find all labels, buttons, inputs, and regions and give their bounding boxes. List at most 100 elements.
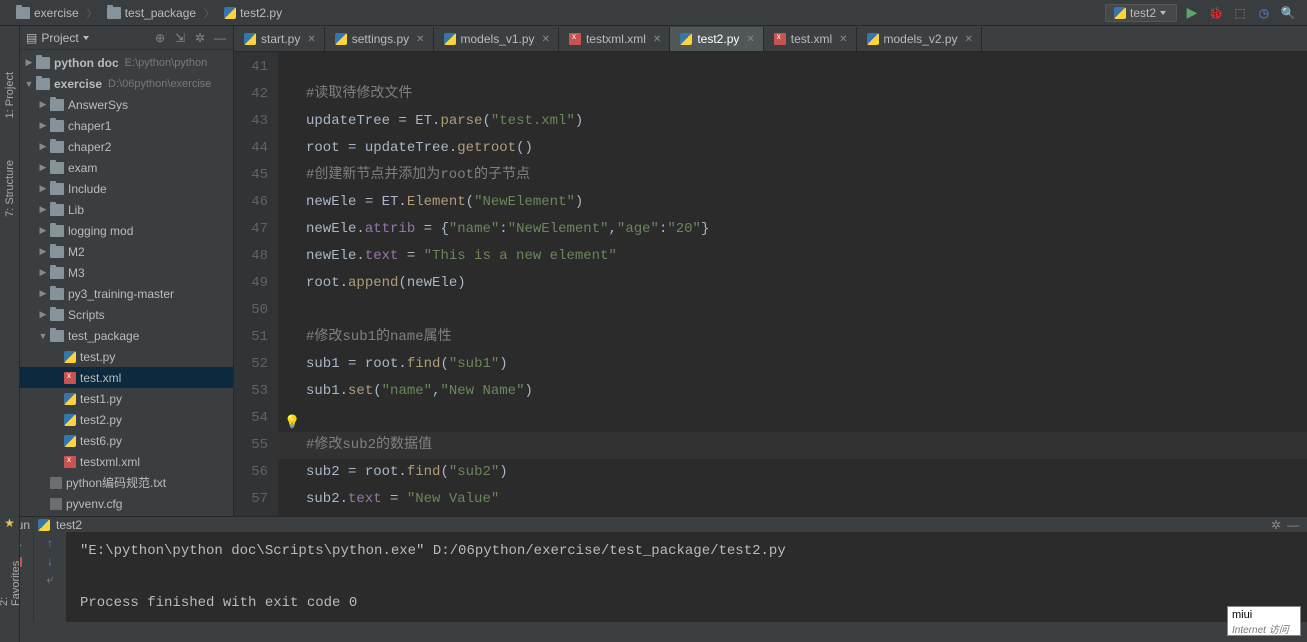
expand-arrow-icon[interactable]: ▶ bbox=[38, 141, 48, 152]
code-line[interactable]: root.append(newEle) bbox=[306, 270, 1307, 297]
close-tab-icon[interactable]: ✕ bbox=[542, 34, 550, 45]
expand-arrow-icon[interactable]: ▶ bbox=[38, 267, 48, 278]
breadcrumb-item[interactable]: test2.py bbox=[216, 4, 288, 22]
line-number: 54 bbox=[234, 405, 268, 432]
coverage-button[interactable]: ⬚ bbox=[1231, 4, 1249, 22]
tree-node[interactable]: ▶python docE:\python\python bbox=[20, 52, 233, 73]
expand-arrow-icon[interactable]: ▶ bbox=[38, 120, 48, 131]
tree-node[interactable]: ▶Include bbox=[20, 178, 233, 199]
code-line[interactable]: root = updateTree.getroot() bbox=[306, 135, 1307, 162]
settings-icon[interactable]: ✲ bbox=[1271, 518, 1281, 532]
expand-arrow-icon[interactable]: ▶ bbox=[38, 183, 48, 194]
expand-arrow-icon[interactable]: ▼ bbox=[24, 79, 34, 89]
code-line[interactable]: #读取待修改文件 bbox=[306, 81, 1307, 108]
code-line[interactable]: sub1.set("name","New Name") bbox=[306, 378, 1307, 405]
scroll-from-source-icon[interactable]: ⊕ bbox=[153, 31, 167, 45]
tree-node[interactable]: test1.py bbox=[20, 388, 233, 409]
editor-tab[interactable]: start.py✕ bbox=[234, 27, 325, 51]
tree-node[interactable]: pyvenv.cfg bbox=[20, 493, 233, 514]
tree-node[interactable]: ▶M2 bbox=[20, 241, 233, 262]
expand-arrow-icon[interactable]: ▶ bbox=[24, 57, 34, 68]
tree-node[interactable]: ▶Scripts bbox=[20, 304, 233, 325]
project-tree[interactable]: ▶python docE:\python\python▼exerciseD:\0… bbox=[20, 50, 233, 516]
breadcrumb-item[interactable]: exercise bbox=[8, 4, 85, 22]
tree-node[interactable]: testxml.xml bbox=[20, 451, 233, 472]
search-everywhere-button[interactable]: 🔍 bbox=[1279, 4, 1297, 22]
tree-node[interactable]: test.xml bbox=[20, 367, 233, 388]
hide-icon[interactable]: — bbox=[213, 31, 227, 45]
expand-arrow-icon[interactable]: ▶ bbox=[38, 162, 48, 173]
expand-arrow-icon[interactable]: ▶ bbox=[38, 288, 48, 299]
code-line[interactable] bbox=[306, 54, 1307, 81]
editor-tab[interactable]: settings.py✕ bbox=[325, 27, 434, 51]
expand-arrow-icon[interactable]: ▶ bbox=[38, 225, 48, 236]
close-tab-icon[interactable]: ✕ bbox=[839, 34, 847, 45]
hide-icon[interactable]: — bbox=[1287, 518, 1299, 532]
close-tab-icon[interactable]: ✕ bbox=[416, 34, 424, 45]
code-line[interactable]: newEle = ET.Element("NewElement") bbox=[306, 189, 1307, 216]
editor-tab[interactable]: testxml.xml✕ bbox=[559, 27, 670, 51]
tree-node[interactable]: test.py bbox=[20, 346, 233, 367]
miui-title: miui bbox=[1232, 609, 1296, 621]
tree-node[interactable]: ▶M3 bbox=[20, 262, 233, 283]
tree-node[interactable]: ▶py3_training-master bbox=[20, 283, 233, 304]
code-line[interactable] bbox=[306, 405, 1307, 432]
code-line[interactable] bbox=[306, 297, 1307, 324]
dropdown-icon[interactable] bbox=[83, 36, 89, 40]
collapse-all-icon[interactable]: ⇲ bbox=[173, 31, 187, 45]
tree-node[interactable]: ▶chaper2 bbox=[20, 136, 233, 157]
expand-arrow-icon[interactable]: ▶ bbox=[38, 246, 48, 257]
run-config-selector[interactable]: test2 bbox=[1105, 4, 1177, 22]
profile-button[interactable]: ◷ bbox=[1255, 4, 1273, 22]
code-line[interactable]: #创建新节点并添加为root的子节点 bbox=[306, 162, 1307, 189]
editor-tab[interactable]: models_v2.py✕ bbox=[857, 27, 982, 51]
expand-arrow-icon[interactable]: ▶ bbox=[38, 309, 48, 320]
soft-wrap-icon[interactable]: ⤶ bbox=[47, 572, 54, 587]
settings-icon[interactable]: ✲ bbox=[193, 31, 207, 45]
tree-node[interactable]: ▶chaper1 bbox=[20, 115, 233, 136]
close-tab-icon[interactable]: ✕ bbox=[307, 34, 315, 45]
code-area[interactable]: 4142434445464748495051525354555657 #读取待修… bbox=[234, 52, 1307, 516]
expand-arrow-icon[interactable]: ▶ bbox=[38, 99, 48, 110]
favorites-icon[interactable]: ★ bbox=[4, 516, 15, 530]
expand-arrow-icon[interactable]: ▼ bbox=[38, 331, 48, 341]
project-tool-tab[interactable]: 1: Project bbox=[2, 66, 18, 124]
code-line[interactable]: #修改sub2的数据值 bbox=[306, 432, 1307, 459]
editor-tab[interactable]: test2.py✕ bbox=[670, 27, 763, 51]
close-tab-icon[interactable]: ✕ bbox=[653, 34, 661, 45]
code-line[interactable]: #修改sub1的name属性 bbox=[306, 324, 1307, 351]
tree-node[interactable]: python编码规范.txt bbox=[20, 472, 233, 493]
tree-node[interactable]: test6.py bbox=[20, 430, 233, 451]
expand-arrow-icon[interactable]: ▶ bbox=[38, 204, 48, 215]
folder-icon bbox=[50, 246, 64, 258]
editor-tab[interactable]: test.xml✕ bbox=[764, 27, 857, 51]
structure-tool-tab[interactable]: 7: Structure bbox=[2, 154, 18, 223]
favorites-tool-tab[interactable]: 2: Favorites bbox=[0, 550, 24, 612]
editor-tab[interactable]: models_v1.py✕ bbox=[434, 27, 559, 51]
code-line[interactable]: sub1 = root.find("sub1") bbox=[306, 351, 1307, 378]
code-line[interactable]: sub2 = root.find("sub2") bbox=[306, 459, 1307, 486]
code-line[interactable]: updateTree = ET.parse("test.xml") bbox=[306, 108, 1307, 135]
tree-node[interactable]: ▶AnswerSys bbox=[20, 94, 233, 115]
code-line[interactable]: sub2.text = "New Value" bbox=[306, 486, 1307, 513]
tree-node[interactable]: ▶Lib bbox=[20, 199, 233, 220]
close-tab-icon[interactable]: ✕ bbox=[746, 34, 754, 45]
tree-node[interactable]: ▼test_package bbox=[20, 325, 233, 346]
sidebar-title[interactable]: Project bbox=[41, 31, 78, 45]
close-tab-icon[interactable]: ✕ bbox=[965, 34, 973, 45]
tree-node-label: exercise bbox=[54, 77, 102, 91]
breadcrumb-item[interactable]: test_package bbox=[99, 4, 202, 22]
up-stack-icon[interactable]: ↑ bbox=[47, 536, 53, 550]
code-line[interactable]: newEle.text = "This is a new element" bbox=[306, 243, 1307, 270]
tree-node[interactable]: ▼exerciseD:\06python\exercise bbox=[20, 73, 233, 94]
code-content[interactable]: #读取待修改文件updateTree = ET.parse("test.xml"… bbox=[278, 52, 1307, 516]
tree-node[interactable]: ▶logging mod bbox=[20, 220, 233, 241]
debug-button[interactable]: 🐞 bbox=[1207, 4, 1225, 22]
down-stack-icon[interactable]: ↓ bbox=[47, 554, 53, 568]
tree-node[interactable]: test2.py bbox=[20, 409, 233, 430]
console-output[interactable]: "E:\python\python doc\Scripts\python.exe… bbox=[66, 532, 1307, 622]
code-line[interactable]: newEle.attrib = {"name":"NewElement","ag… bbox=[306, 216, 1307, 243]
run-button[interactable]: ▶ bbox=[1183, 4, 1201, 22]
tree-node[interactable]: ▶exam bbox=[20, 157, 233, 178]
folder-icon bbox=[50, 225, 64, 237]
